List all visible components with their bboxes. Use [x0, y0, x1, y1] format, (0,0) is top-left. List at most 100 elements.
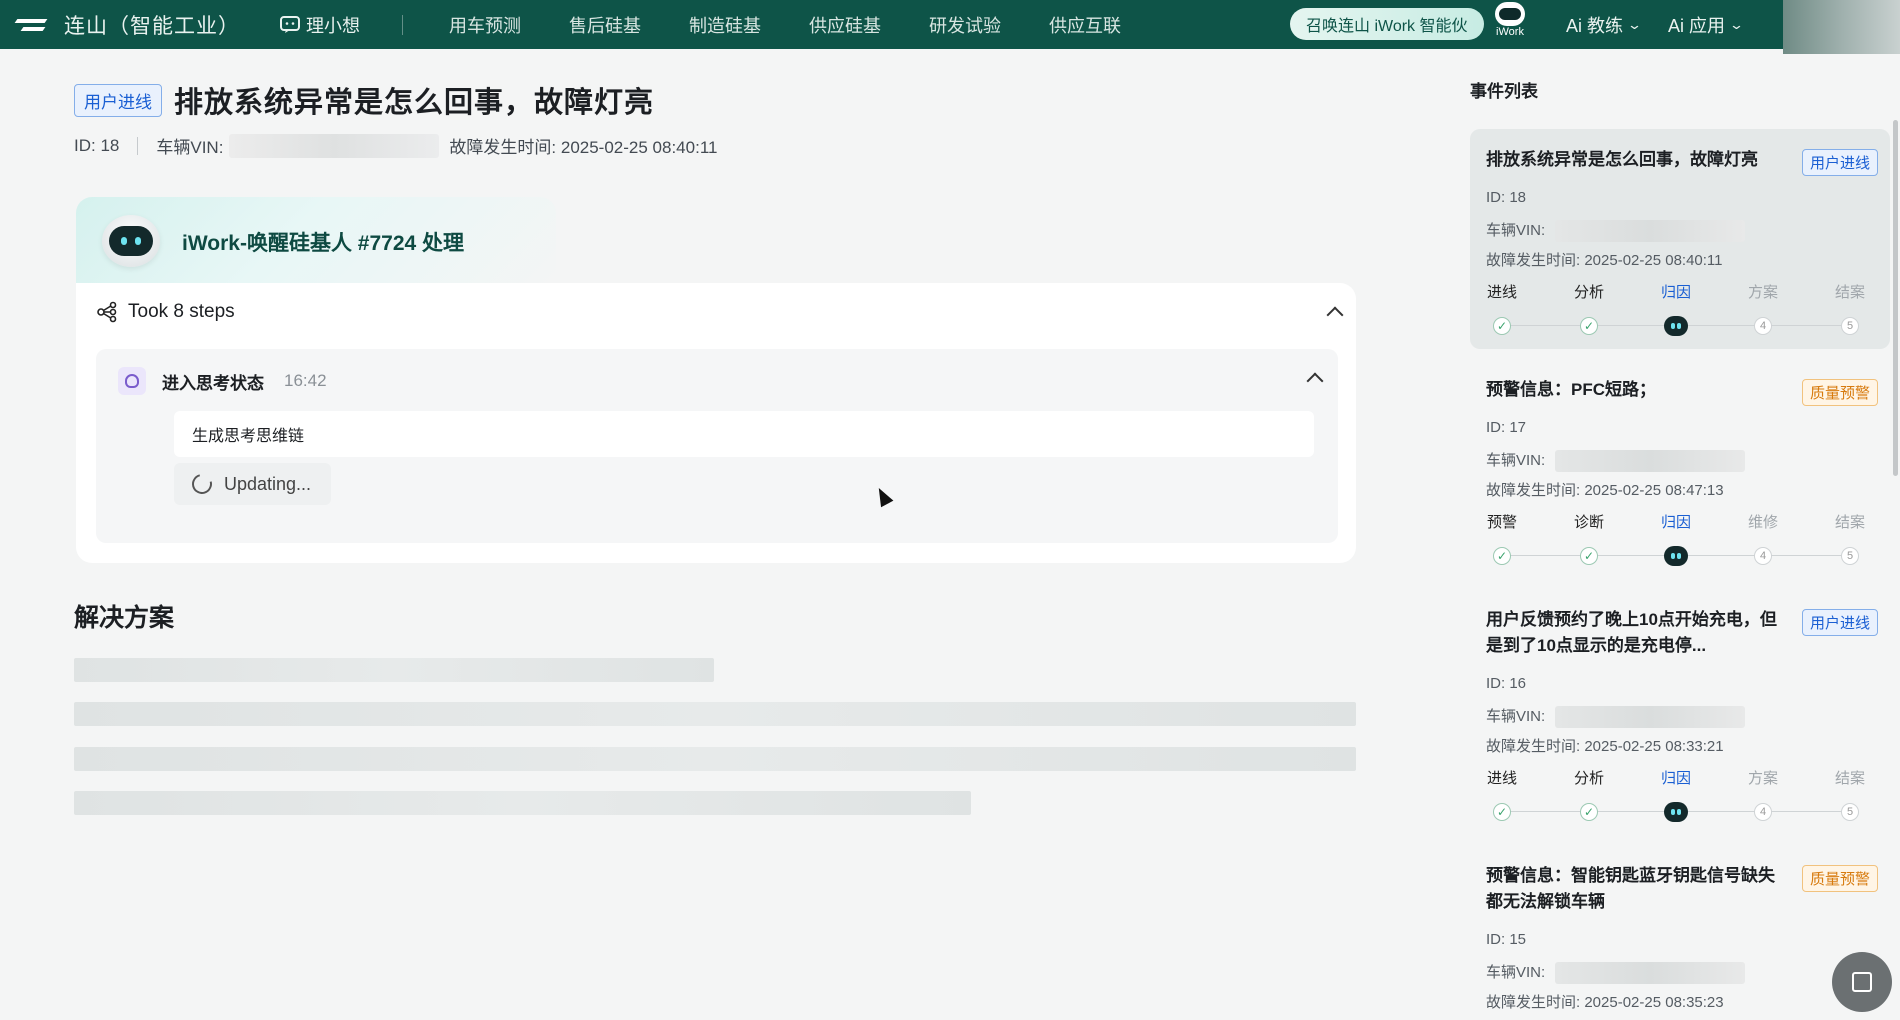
edit-floating-button[interactable]: [1832, 952, 1892, 1012]
nav-item-manufacturing[interactable]: 制造硅基: [689, 12, 761, 38]
steps-summary[interactable]: Took 8 steps: [96, 301, 235, 323]
stage-number: 4: [1754, 547, 1772, 565]
edit-icon: [1852, 972, 1872, 992]
stage-step: 分析 ✓: [1559, 767, 1619, 821]
event-title: 用户反馈预约了晚上10点开始充电，但是到了10点显示的是充电停...: [1486, 610, 1777, 655]
chevron-down-icon: ⌄: [1626, 16, 1643, 32]
fault-time: 故障发生时间: 2025-02-25 08:40:11: [449, 138, 718, 157]
stage-label: 分析: [1573, 770, 1604, 787]
stage-number: 4: [1754, 317, 1772, 335]
wake-iwork-button[interactable]: 召唤连山 iWork 智能伙: [1290, 8, 1484, 40]
ai-apps-label: Ai 应用: [1668, 15, 1726, 36]
nav-item-vehicle-forecast[interactable]: 用车预测: [449, 12, 521, 38]
robot-icon: [1664, 546, 1688, 566]
vin-label: 车辆VIN:: [1486, 708, 1546, 725]
vin-value-redacted: [1555, 706, 1746, 729]
brand-mark-icon: [14, 16, 50, 34]
stage-label: 进线: [1486, 770, 1517, 787]
event-card[interactable]: 用户反馈预约了晚上10点开始充电，但是到了10点显示的是充电停... 用户进线 …: [1470, 589, 1890, 839]
thinking-content: 生成思考思维链: [174, 411, 1314, 457]
event-card[interactable]: 预警信息：智能钥匙蓝牙钥匙信号缺失都无法解锁车辆 质量预警 ID: 15 车辆V…: [1470, 845, 1890, 1020]
stage-number: 5: [1841, 547, 1859, 565]
assistant-label: 理小想: [306, 15, 360, 36]
stage-label: 结案: [1834, 284, 1865, 301]
vin-value-redacted: [1555, 962, 1746, 985]
stage-label: 诊断: [1573, 514, 1604, 531]
robot-avatar-icon: [102, 215, 160, 267]
event-tag: 质量预警: [1801, 379, 1878, 406]
vin-value-redacted: [1555, 220, 1746, 243]
event-card[interactable]: 预警信息：PFC短路； 质量预警 ID: 17 车辆VIN: 故障发生时间: 2…: [1470, 359, 1890, 579]
brand-name: 连山（智能工业）: [64, 14, 240, 38]
nav-item-supply-interconnect[interactable]: 供应互联: [1049, 12, 1121, 38]
brand-logo[interactable]: 连山（智能工业）: [14, 0, 240, 49]
iwork-label: iWork: [1496, 26, 1524, 38]
event-time: 故障发生时间: 2025-02-25 08:40:11: [1486, 252, 1723, 269]
thinking-step-title: 进入思考状态: [162, 373, 264, 393]
stage-label: 方案: [1747, 284, 1778, 301]
title-row: 用户进线 排放系统异常是怎么回事，故障灯亮: [74, 79, 654, 121]
thinking-step-header[interactable]: 进入思考状态 16:42: [118, 367, 327, 395]
iwork-robot-button[interactable]: iWork: [1490, 0, 1530, 49]
stage-number: 4: [1754, 803, 1772, 821]
nav-item-after-sales[interactable]: 售后硅基: [569, 12, 641, 38]
stage-label: 归因: [1660, 770, 1691, 787]
ai-coach-menu[interactable]: Ai 教练 ⌄: [1566, 0, 1643, 49]
event-vin: 车辆VIN:: [1486, 449, 1746, 473]
stage-label: 归因: [1660, 514, 1691, 531]
event-id: ID: 18: [74, 135, 120, 155]
stage-label: 分析: [1573, 284, 1604, 301]
top-navigation-bar: 连山（智能工业） 理小想 用车预测 售后硅基 制造硅基 供应硅基 研发试验 供应…: [0, 0, 1900, 49]
steps-panel: Took 8 steps 进入思考状态 16:42 生成思考思维链 Updati…: [76, 283, 1356, 563]
event-type-tag: 用户进线: [74, 83, 162, 117]
stage-step: 方案 4: [1733, 281, 1793, 335]
event-list-sidebar: 事件列表 排放系统异常是怎么回事，故障灯亮 用户进线 ID: 18 车辆VIN:…: [1470, 49, 1900, 1020]
check-icon: ✓: [1493, 547, 1511, 565]
robot-icon: [1664, 316, 1688, 336]
stage-step: 结案 5: [1820, 511, 1880, 565]
nav-item-rnd-testing[interactable]: 研发试验: [929, 12, 1001, 38]
collapse-thinking-chevron-up-icon[interactable]: [1304, 367, 1326, 389]
loading-skeleton: [74, 791, 971, 815]
event-meta: ID: 18 车辆VIN: 故障发生时间: 2025-02-25 08:40:1…: [74, 133, 717, 158]
stage-label: 进线: [1486, 284, 1517, 301]
user-profile-area[interactable]: [1783, 0, 1900, 54]
stage-step: 诊断 ✓: [1559, 511, 1619, 565]
event-tag: 用户进线: [1801, 149, 1878, 176]
stage-number: 5: [1841, 803, 1859, 821]
check-icon: ✓: [1493, 317, 1511, 335]
check-icon: ✓: [1580, 803, 1598, 821]
event-id: ID: 17: [1486, 419, 1527, 436]
spinner-icon: [188, 470, 216, 498]
loading-skeleton: [74, 658, 714, 682]
robot-icon: [1495, 2, 1525, 26]
stage-progress: 进线 ✓ 分析 ✓ 归因 方案 4 结案 5: [1486, 281, 1865, 337]
check-icon: ✓: [1580, 317, 1598, 335]
stage-progress: 预警 ✓ 诊断 ✓ 归因 维修 4 结案 5: [1486, 511, 1865, 567]
loading-skeleton: [74, 747, 1356, 771]
nav-item-supply[interactable]: 供应硅基: [809, 12, 881, 38]
meta-divider: [137, 136, 139, 155]
stage-step: 进线 ✓: [1472, 767, 1532, 821]
page-title: 排放系统异常是怎么回事，故障灯亮: [174, 87, 655, 119]
stage-step: 预警 ✓: [1472, 511, 1532, 565]
stage-label: 结案: [1834, 770, 1865, 787]
sidebar-scrollbar[interactable]: [1893, 120, 1898, 476]
collapse-steps-chevron-up-icon[interactable]: [1324, 301, 1346, 323]
event-card[interactable]: 排放系统异常是怎么回事，故障灯亮 用户进线 ID: 18 车辆VIN: 故障发生…: [1470, 129, 1890, 349]
brain-icon: [118, 367, 146, 395]
vin-label: 车辆VIN:: [156, 138, 224, 157]
vin-label: 车辆VIN:: [1486, 964, 1546, 981]
updating-status: Updating...: [174, 463, 332, 505]
event-title: 预警信息：PFC短路；: [1486, 380, 1656, 399]
assistant-link[interactable]: 理小想: [280, 12, 360, 38]
event-id: ID: 15: [1486, 931, 1527, 948]
ai-apps-menu[interactable]: Ai 应用 ⌄: [1668, 0, 1744, 49]
vin-value-redacted: [229, 133, 440, 158]
stage-step: 维修 4: [1733, 511, 1793, 565]
stage-number: 5: [1841, 317, 1859, 335]
stage-label: 维修: [1747, 514, 1778, 531]
stage-step-current: 归因: [1646, 281, 1706, 336]
event-tag: 质量预警: [1801, 865, 1878, 892]
event-tag: 用户进线: [1801, 609, 1878, 636]
